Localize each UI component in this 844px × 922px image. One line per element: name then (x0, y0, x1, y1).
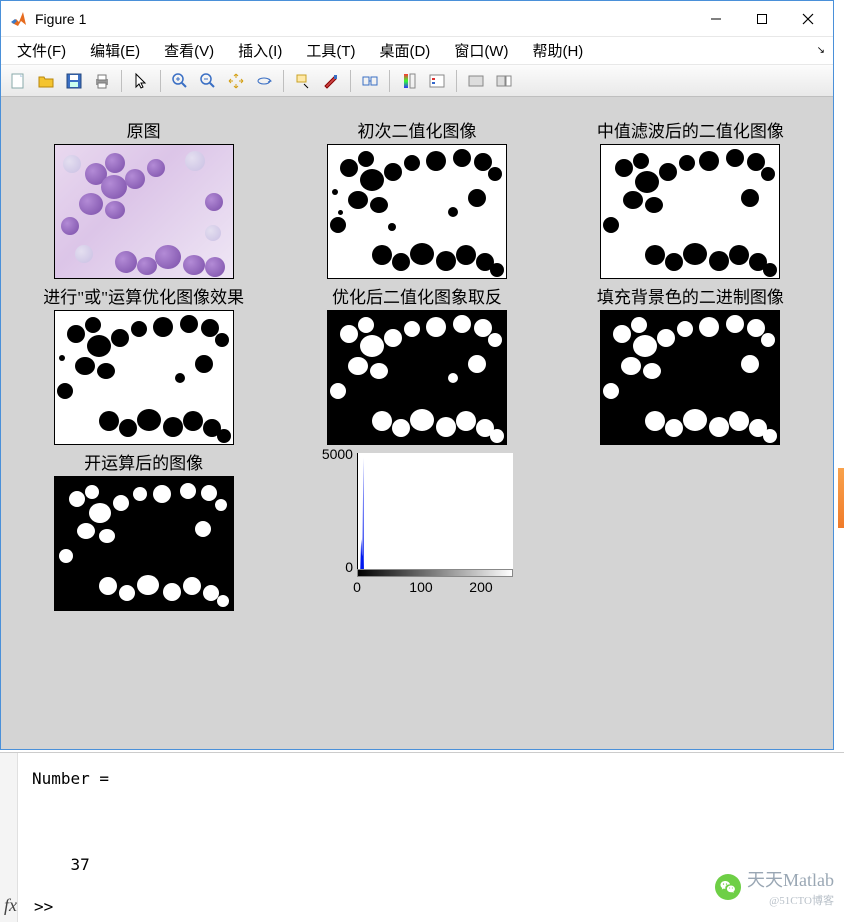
watermark-text: 天天Matlab (747, 870, 834, 890)
colormap-bar (357, 569, 513, 577)
command-prompt[interactable]: >> (34, 897, 53, 916)
save-button[interactable] (61, 68, 87, 94)
toolbar-separator (160, 70, 161, 92)
menu-insert[interactable]: 插入(I) (230, 36, 290, 65)
pan-button[interactable] (223, 68, 249, 94)
histogram-axes: 5000 0 0 100 200 (309, 449, 519, 609)
menu-file[interactable]: 文件(F) (9, 36, 74, 65)
subplot-binary-initial: 初次二值化图像 (284, 117, 549, 279)
menubar: 文件(F) 编辑(E) 查看(V) 插入(I) 工具(T) 桌面(D) 窗口(W… (1, 37, 833, 65)
subplot-title: 优化后二值化图象取反 (332, 283, 502, 308)
toolbar-separator (389, 70, 390, 92)
pointer-button[interactable] (128, 68, 154, 94)
show-plottools-button[interactable] (491, 68, 517, 94)
menu-view[interactable]: 查看(V) (156, 36, 222, 65)
y-tick-label: 5000 (311, 446, 353, 462)
subplot-original: 原图 (11, 117, 276, 279)
fx-icon[interactable]: fx (0, 895, 17, 916)
subplot-title: 填充背景色的二进制图像 (597, 283, 784, 308)
x-tick-label: 100 (406, 579, 436, 595)
close-button[interactable] (785, 4, 831, 34)
menu-tools[interactable]: 工具(T) (298, 36, 363, 65)
titlebar: Figure 1 (1, 1, 833, 37)
watermark-sub: @51CTO博客 (747, 892, 834, 908)
subplot-image (327, 310, 507, 445)
link-button[interactable] (357, 68, 383, 94)
output-value: 37 (71, 855, 90, 874)
subplot-empty (558, 449, 823, 611)
subplot-image (54, 476, 234, 611)
window-controls (693, 4, 831, 34)
toolbar-separator (456, 70, 457, 92)
toolbar (1, 65, 833, 97)
print-button[interactable] (89, 68, 115, 94)
figure-window: Figure 1 文件(F) 编辑(E) 查看(V) 插入(I) 工具(T) 桌… (0, 0, 834, 750)
matlab-icon (9, 9, 29, 29)
zoom-out-button[interactable] (195, 68, 221, 94)
toolbar-separator (283, 70, 284, 92)
zoom-in-button[interactable] (167, 68, 193, 94)
wechat-icon (715, 874, 741, 900)
subplot-image (600, 310, 780, 445)
subplot-opening: 开运算后的图像 (11, 449, 276, 611)
command-output: Number = 37 (32, 765, 836, 880)
legend-button[interactable] (424, 68, 450, 94)
x-tick-label: 200 (466, 579, 496, 595)
subplot-binary-median: 中值滤波后的二值化图像 (558, 117, 823, 279)
subplot-title: 中值滤波后的二值化图像 (597, 117, 784, 142)
y-tick-label: 0 (311, 559, 353, 575)
watermark: 天天Matlab @51CTO博客 (715, 866, 834, 908)
subplot-inverted: 优化后二值化图象取反 (284, 283, 549, 445)
subplot-or-optimized: 进行"或"运算优化图像效果 (11, 283, 276, 445)
colorbar-button[interactable] (396, 68, 422, 94)
menu-edit[interactable]: 编辑(E) (82, 36, 148, 65)
subplot-filled: 填充背景色的二进制图像 (558, 283, 823, 445)
subplot-title: 开运算后的图像 (84, 449, 203, 474)
subplot-title: 进行"或"运算优化图像效果 (43, 283, 244, 308)
subplot-image (600, 144, 780, 279)
menu-desktop[interactable]: 桌面(D) (371, 36, 438, 65)
datacursor-button[interactable] (290, 68, 316, 94)
window-title: Figure 1 (35, 11, 693, 27)
toolbar-separator (350, 70, 351, 92)
output-var-label: Number = (32, 769, 109, 788)
minimize-button[interactable] (693, 4, 739, 34)
subplot-image (54, 310, 234, 445)
figure-canvas[interactable]: 原图 (1, 97, 833, 749)
menu-overflow-icon[interactable]: ↘ (817, 45, 825, 56)
menu-help[interactable]: 帮助(H) (524, 36, 591, 65)
x-tick-label: 0 (342, 579, 372, 595)
subplot-image (327, 144, 507, 279)
menu-window[interactable]: 窗口(W) (446, 36, 516, 65)
toolbar-separator (121, 70, 122, 92)
subplot-title: 初次二值化图像 (357, 117, 476, 142)
hide-plottools-button[interactable] (463, 68, 489, 94)
subplot-image (54, 144, 234, 279)
maximize-button[interactable] (739, 4, 785, 34)
subplot-title: 原图 (127, 117, 161, 142)
rotate3d-button[interactable] (251, 68, 277, 94)
subplot-histogram: 5000 0 0 100 200 (284, 449, 549, 611)
brush-button[interactable] (318, 68, 344, 94)
new-figure-button[interactable] (5, 68, 31, 94)
open-button[interactable] (33, 68, 59, 94)
decorative-edge (838, 468, 844, 528)
